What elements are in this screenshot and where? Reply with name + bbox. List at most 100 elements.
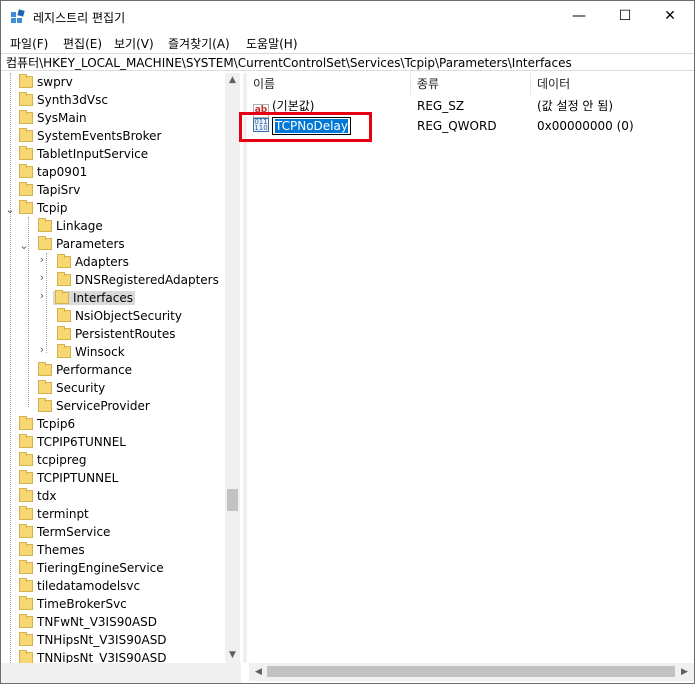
tree-item[interactable]: TCPIPTUNNEL bbox=[19, 469, 118, 487]
value-type: REG_SZ bbox=[417, 99, 465, 113]
value-data: 0x00000000 (0) bbox=[537, 119, 634, 133]
tree-item[interactable]: NsiObjectSecurity bbox=[57, 307, 182, 325]
values-scroll-thumb[interactable] bbox=[267, 666, 675, 677]
tree-guide-line bbox=[46, 253, 47, 353]
folder-icon bbox=[19, 506, 33, 520]
tree-item[interactable]: Winsock bbox=[57, 343, 125, 361]
menu-file[interactable]: 파일(F) bbox=[10, 35, 48, 52]
tree-item[interactable]: SystemEventsBroker bbox=[19, 127, 161, 145]
tree-item[interactable]: tcpipreg bbox=[19, 451, 87, 469]
menu-favorites[interactable]: 즐겨찾기(A) bbox=[168, 35, 230, 52]
tree-item[interactable]: Performance bbox=[38, 361, 132, 379]
folder-icon bbox=[19, 596, 33, 610]
folder-icon bbox=[19, 488, 33, 502]
value-type: REG_QWORD bbox=[417, 119, 497, 133]
collapse-chevron-icon[interactable]: ⌄ bbox=[19, 239, 29, 252]
folder-icon bbox=[57, 272, 71, 286]
folder-icon bbox=[38, 398, 52, 412]
expand-chevron-icon[interactable]: › bbox=[37, 253, 47, 266]
expand-chevron-icon[interactable]: › bbox=[37, 271, 47, 284]
folder-icon bbox=[19, 524, 33, 538]
folder-icon bbox=[19, 614, 33, 628]
expand-chevron-icon[interactable]: › bbox=[37, 343, 47, 356]
expand-chevron-icon[interactable]: › bbox=[37, 289, 47, 302]
key-tree: swprv Synth3dVsc SysMain SystemEventsBro… bbox=[1, 73, 241, 663]
tree-item-parameters[interactable]: Parameters bbox=[38, 235, 125, 253]
menu-view[interactable]: 보기(V) bbox=[114, 35, 154, 52]
tree-item[interactable]: Themes bbox=[19, 541, 85, 559]
folder-icon bbox=[19, 74, 33, 88]
tree-item[interactable]: TieringEngineService bbox=[19, 559, 164, 577]
folder-icon bbox=[19, 542, 33, 556]
tree-item[interactable]: Tcpip6 bbox=[19, 415, 75, 433]
folder-icon bbox=[19, 470, 33, 484]
tree-item[interactable]: TNHipsNt_V3IS90ASD bbox=[19, 631, 167, 649]
registry-editor-window: 레지스트리 편집기 — ☐ ✕ 파일(F) 편집(E) 보기(V) 즐겨찾기(A… bbox=[0, 0, 695, 684]
tree-item-tcpip[interactable]: Tcpip bbox=[19, 199, 67, 217]
tree-scroll-thumb[interactable] bbox=[227, 489, 238, 511]
tree-item[interactable]: tdx bbox=[19, 487, 56, 505]
highlight-box bbox=[239, 112, 372, 142]
folder-icon bbox=[19, 560, 33, 574]
tree-item[interactable]: Linkage bbox=[38, 217, 103, 235]
tree-horizontal-area bbox=[1, 663, 241, 683]
menu-bar: 파일(F) 편집(E) 보기(V) 즐겨찾기(A) 도움말(H) bbox=[1, 33, 694, 53]
tree-item[interactable]: DNSRegisteredAdapters bbox=[57, 271, 219, 289]
column-header-data[interactable]: 데이터 bbox=[531, 73, 694, 95]
menu-edit[interactable]: 편집(E) bbox=[63, 35, 102, 52]
collapse-chevron-icon[interactable]: ⌄ bbox=[5, 203, 15, 216]
folder-icon bbox=[19, 200, 33, 214]
folder-icon bbox=[19, 128, 33, 142]
folder-icon bbox=[57, 254, 71, 268]
tree-item[interactable]: TNFwNt_V3IS90ASD bbox=[19, 613, 157, 631]
menu-help[interactable]: 도움말(H) bbox=[246, 35, 298, 52]
minimize-button[interactable]: — bbox=[556, 1, 602, 33]
tree-item[interactable]: terminpt bbox=[19, 505, 89, 523]
tree-item[interactable]: Synth3dVsc bbox=[19, 91, 108, 109]
tree-item[interactable]: Security bbox=[38, 379, 105, 397]
scroll-up-arrow-icon[interactable]: ▲ bbox=[225, 73, 240, 88]
maximize-button[interactable]: ☐ bbox=[602, 1, 648, 33]
tree-item[interactable]: TabletInputService bbox=[19, 145, 148, 163]
tree-item[interactable]: SysMain bbox=[19, 109, 87, 127]
tree-item-interfaces-selected[interactable]: Interfaces bbox=[53, 289, 135, 307]
folder-icon bbox=[19, 434, 33, 448]
address-bar[interactable]: 컴퓨터\HKEY_LOCAL_MACHINE\SYSTEM\CurrentCon… bbox=[1, 53, 694, 71]
folder-icon bbox=[38, 236, 52, 250]
folder-icon bbox=[19, 110, 33, 124]
folder-icon bbox=[38, 362, 52, 376]
tree-item[interactable]: tap0901 bbox=[19, 163, 87, 181]
tree-guide-line bbox=[10, 73, 11, 663]
tree-item[interactable]: TimeBrokerSvc bbox=[19, 595, 127, 613]
tree-item[interactable]: TCPIP6TUNNEL bbox=[19, 433, 126, 451]
tree-vertical-scrollbar[interactable]: ▲ ▼ bbox=[225, 73, 240, 663]
tree-item[interactable]: Adapters bbox=[57, 253, 129, 271]
column-header-type[interactable]: 종류 bbox=[411, 73, 531, 95]
tree-item[interactable]: swprv bbox=[19, 73, 73, 91]
tree-item[interactable]: TapiSrv bbox=[19, 181, 80, 199]
folder-icon bbox=[19, 146, 33, 160]
tree-item[interactable]: tiledatamodelsvc bbox=[19, 577, 140, 595]
folder-icon bbox=[38, 218, 52, 232]
values-pane: 이름 종류 데이터 ab (기본값) REG_SZ (값 설정 안 됨) 011 1… bbox=[247, 73, 694, 663]
folder-icon bbox=[19, 632, 33, 646]
scroll-down-arrow-icon[interactable]: ▼ bbox=[225, 648, 240, 663]
folder-icon bbox=[19, 92, 33, 106]
close-button[interactable]: ✕ bbox=[647, 1, 693, 33]
folder-icon bbox=[19, 578, 33, 592]
values-horizontal-scrollbar[interactable]: ◀ ▶ bbox=[249, 663, 694, 681]
title-bar: 레지스트리 편집기 — ☐ ✕ bbox=[1, 1, 694, 33]
folder-icon bbox=[19, 416, 33, 430]
folder-icon bbox=[57, 326, 71, 340]
tree-item[interactable]: TermService bbox=[19, 523, 110, 541]
scroll-right-arrow-icon[interactable]: ▶ bbox=[677, 665, 692, 680]
value-name: (기본값) bbox=[272, 99, 315, 113]
folder-icon bbox=[19, 164, 33, 178]
folder-icon bbox=[57, 308, 71, 322]
tree-item[interactable]: ServiceProvider bbox=[38, 397, 150, 415]
tree-item[interactable]: TNNipsNt_V3IS90ASD bbox=[19, 649, 167, 663]
column-header-name[interactable]: 이름 bbox=[247, 73, 411, 95]
folder-icon bbox=[38, 380, 52, 394]
tree-item[interactable]: PersistentRoutes bbox=[57, 325, 175, 343]
scroll-left-arrow-icon[interactable]: ◀ bbox=[251, 665, 266, 680]
